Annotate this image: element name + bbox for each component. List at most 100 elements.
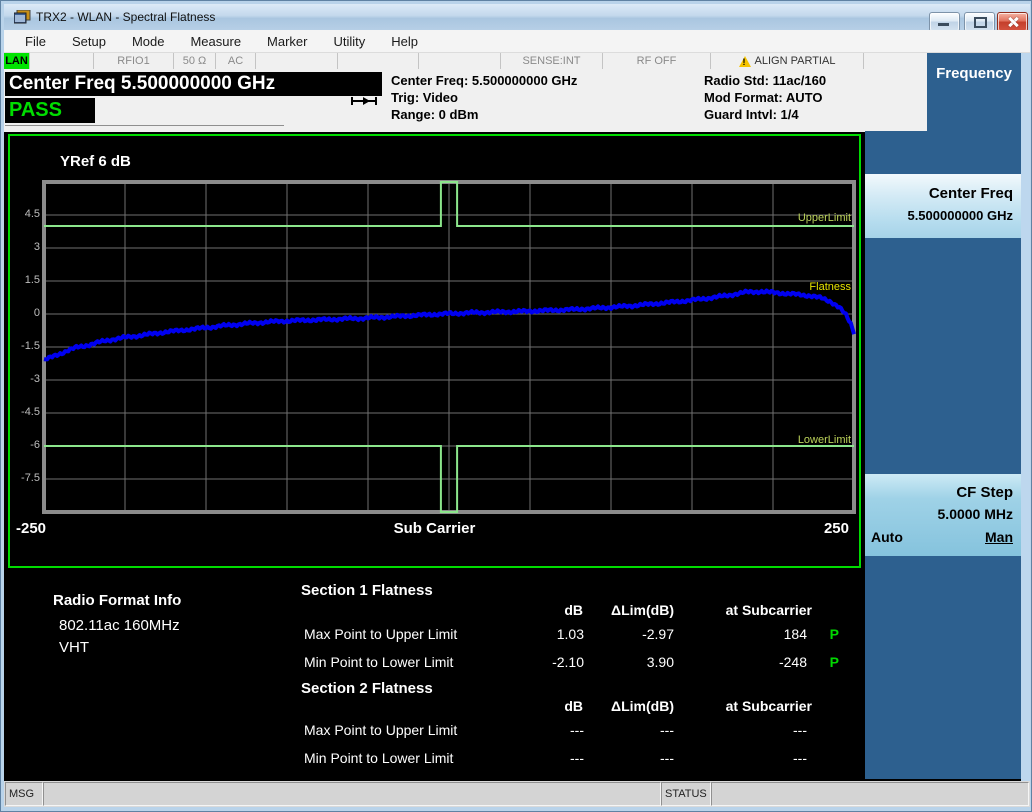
strip-cell-empty-1 <box>30 53 94 69</box>
maximize-icon <box>974 17 987 28</box>
cf-step-softkey[interactable]: CF Step 5.0000 MHz Auto Man <box>865 474 1021 556</box>
section2-title: Section 2 Flatness <box>301 680 433 697</box>
cf-step-auto-toggle[interactable]: Auto <box>871 529 903 545</box>
title-bar[interactable]: TRX2 - WLAN - Spectral Flatness <box>4 4 1030 32</box>
section1-col-sc: at Subcarrier <box>725 602 812 618</box>
divider-line <box>5 125 284 126</box>
pass-verdict: PASS <box>5 98 95 123</box>
section1-row1-db: 1.03 <box>556 626 584 642</box>
section1-row2-passfail: P <box>829 654 839 670</box>
impedance-indicator: 50 Ω <box>174 53 216 69</box>
instrument-window: TRX2 - WLAN - Spectral Flatness File Set… <box>0 0 1032 812</box>
upper-limit-label: UpperLimit <box>797 212 851 224</box>
minimize-icon <box>938 23 949 26</box>
strip-cell-empty-4 <box>419 53 501 69</box>
section2-col-db: dB <box>564 698 583 714</box>
flatness-trace-label: Flatness <box>809 281 851 293</box>
trigger-icon <box>351 97 377 105</box>
sense-indicator: SENSE:INT <box>501 53 603 69</box>
softkey-panel: Center Freq 5.500000000 GHz CF Step 5.00… <box>865 131 1021 779</box>
lan-indicator: LAN <box>4 53 30 69</box>
section2-row1-sc: --- <box>793 722 807 738</box>
menu-marker[interactable]: Marker <box>254 34 320 49</box>
section1-row2-sc: -248 <box>778 654 807 670</box>
section2-col-sc: at Subcarrier <box>725 698 812 714</box>
cf-step-man-toggle[interactable]: Man <box>985 529 1013 545</box>
hdr-guard-intvl: Guard Intvl: 1/4 <box>704 107 799 122</box>
ytick-m4p5: -4.5 <box>21 406 40 418</box>
ytick-m3: -3 <box>30 373 40 385</box>
results-table: Radio Format Info 802.11ac 160MHz VHT Se… <box>4 571 864 771</box>
msg-content-cell <box>43 782 661 806</box>
align-partial-label: ALIGN PARTIAL <box>754 55 836 67</box>
section2-row2-dlim: --- <box>660 750 674 766</box>
hdr-center-freq: Center Freq: 5.500000000 GHz <box>391 73 578 88</box>
ytick-m7p5: -7.5 <box>21 472 40 484</box>
section2-row2-label: Min Point to Lower Limit <box>304 750 454 766</box>
menu-mode[interactable]: Mode <box>119 34 178 49</box>
radio-settings-column: Radio Std: 11ac/160 Mod Format: AUTO Gua… <box>704 72 826 123</box>
minimize-button[interactable] <box>929 12 960 32</box>
window-right-frame <box>1021 53 1030 781</box>
menu-bar: File Setup Mode Measure Marker Utility H… <box>4 30 1030 53</box>
cf-step-softkey-title: CF Step <box>956 484 1013 501</box>
section1-row2-dlim: 3.90 <box>646 654 674 670</box>
center-freq-softkey-value: 5.500000000 GHz <box>907 208 1013 223</box>
spectral-flatness-graph: YRef 6 dB 4.5 3 1.5 0 -1.5 -3 -4.5 -6 -7… <box>8 134 861 568</box>
radio-format-info-title: Radio Format Info <box>53 592 182 609</box>
bottom-status-bar: MSG STATUS <box>4 781 1030 807</box>
yref-label: YRef 6 dB <box>60 153 131 170</box>
softkey-menu-title: Frequency <box>936 65 1012 82</box>
section1-col-db: dB <box>564 602 583 618</box>
section1-row1-label: Max Point to Upper Limit <box>304 626 458 642</box>
menu-measure[interactable]: Measure <box>177 34 254 49</box>
section1-row1-passfail: P <box>829 626 839 642</box>
section2-row1-db: --- <box>570 722 584 738</box>
radio-format-line2: VHT <box>59 639 89 656</box>
warning-icon <box>738 55 751 67</box>
section1-row2-db: -2.10 <box>552 654 584 670</box>
cf-step-softkey-value: 5.0000 MHz <box>937 506 1013 522</box>
center-freq-annunciator: Center Freq 5.500000000 GHz <box>5 72 382 96</box>
section2-row1-dlim: --- <box>660 722 674 738</box>
menu-utility[interactable]: Utility <box>321 34 379 49</box>
ytick-1p5: 1.5 <box>24 274 40 286</box>
app-icon <box>14 10 31 24</box>
center-freq-softkey-title: Center Freq <box>928 185 1013 202</box>
coupling-indicator: AC <box>216 53 256 69</box>
ytick-m6: -6 <box>30 439 40 451</box>
hdr-mod-format: Mod Format: AUTO <box>704 90 823 105</box>
flatness-plot <box>42 180 856 514</box>
maximize-button[interactable] <box>964 12 995 32</box>
strip-cell-empty-5 <box>864 53 927 69</box>
section2-col-dlim: ΔLim(dB) <box>611 698 674 714</box>
msg-cell: MSG <box>5 782 43 806</box>
section1-col-dlim: ΔLim(dB) <box>611 602 674 618</box>
strip-cell-empty-2 <box>256 53 338 69</box>
window-title: TRX2 - WLAN - Spectral Flatness <box>36 10 216 24</box>
softkey-menu-band: Frequency <box>927 53 1021 131</box>
menu-setup[interactable]: Setup <box>59 34 119 49</box>
hdr-range: Range: 0 dBm <box>391 107 479 122</box>
section1-row1-dlim: -2.97 <box>642 626 674 642</box>
strip-cell-empty-3 <box>338 53 419 69</box>
align-partial-indicator: ALIGN PARTIAL <box>711 53 864 69</box>
trigger-settings-column: Center Freq: 5.500000000 GHz Trig: Video… <box>391 72 577 123</box>
ytick-3: 3 <box>33 241 40 253</box>
menu-file[interactable]: File <box>12 34 59 49</box>
settings-strip: LAN RFIO1 50 Ω AC SENSE:INT RF OFF ALIGN… <box>4 53 927 69</box>
rf-off-indicator: RF OFF <box>603 53 711 69</box>
menu-help[interactable]: Help <box>378 34 431 49</box>
section2-row2-sc: --- <box>793 750 807 766</box>
section2-row2-db: --- <box>570 750 584 766</box>
section1-row2-label: Min Point to Lower Limit <box>304 654 454 670</box>
section2-row1-label: Max Point to Upper Limit <box>304 722 458 738</box>
hdr-trig: Trig: Video <box>391 90 458 105</box>
center-freq-softkey[interactable]: Center Freq 5.500000000 GHz <box>865 174 1021 238</box>
status-cell: STATUS <box>661 782 711 806</box>
rfio-indicator: RFIO1 <box>94 53 174 69</box>
close-button[interactable] <box>997 12 1028 32</box>
ytick-m1p5: -1.5 <box>21 340 40 352</box>
section1-title: Section 1 Flatness <box>301 582 433 599</box>
status-content-cell <box>711 782 1029 806</box>
